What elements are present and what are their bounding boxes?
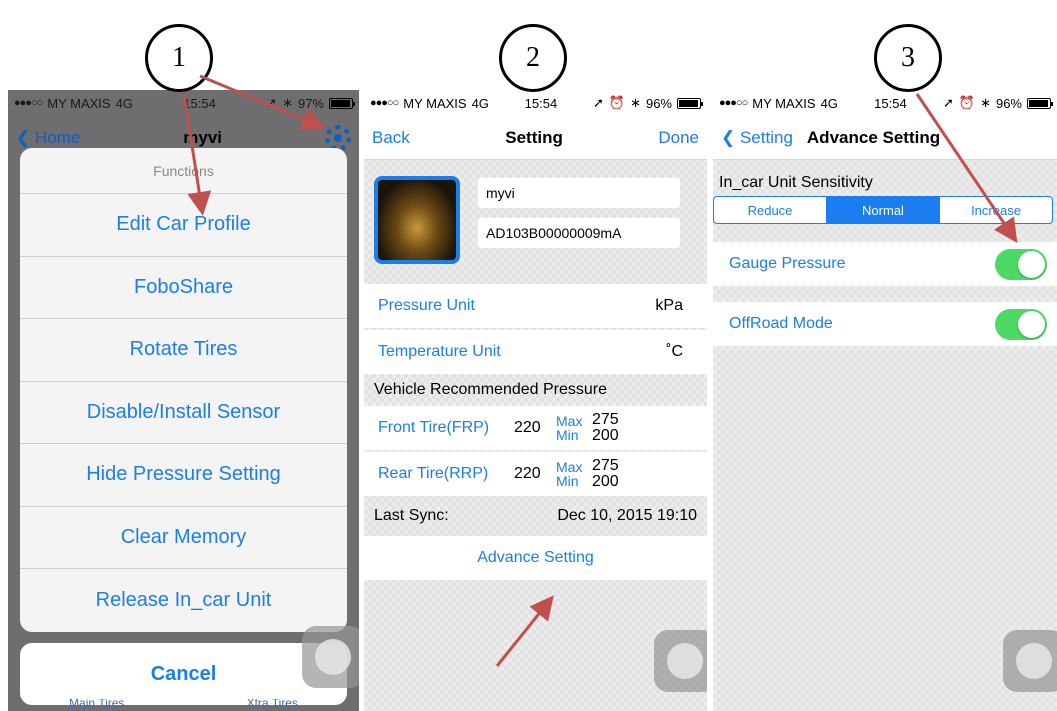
carrier-label: MY MAXIS — [47, 95, 111, 111]
nav-bar: Back Setting Done — [364, 116, 707, 160]
offroad-mode-label: OffRoad Mode — [729, 315, 833, 332]
location-icon: ➚ — [266, 95, 278, 110]
bluetooth-icon: ∗ — [282, 95, 293, 110]
nav-title: myvi — [183, 128, 223, 147]
back-button[interactable]: Back — [372, 128, 410, 148]
advance-setting-button[interactable]: Advance Setting — [364, 536, 707, 580]
done-button[interactable]: Done — [658, 128, 699, 148]
temperature-unit-value: ˚C — [666, 343, 683, 360]
segment-reduce[interactable]: Reduce — [714, 197, 827, 223]
nav-title: Setting — [505, 127, 563, 147]
alarm-icon: ⏰ — [958, 95, 976, 110]
location-icon: ➚ — [942, 95, 954, 110]
car-id-field[interactable]: AD103B00000009mA — [478, 218, 680, 248]
battery-percent: 96% — [645, 95, 672, 111]
cancel-button[interactable]: Cancel — [20, 643, 347, 705]
segment-increase[interactable]: Increase — [940, 197, 1052, 223]
sheet-title: Functions — [20, 148, 347, 194]
bluetooth-icon: ∗ — [980, 95, 991, 110]
gauge-pressure-row: Gauge Pressure — [713, 242, 1057, 286]
sensitivity-label: In_car Unit Sensitivity — [719, 174, 873, 191]
rear-max-min-labels: Max Min — [556, 459, 583, 489]
edit-car-profile-button[interactable]: Edit Car Profile — [20, 194, 347, 257]
chevron-left-icon: ❮ — [16, 128, 35, 147]
setting-screen: ●●●○○ MY MAXIS 4G 15:54 ➚ ⏰ ∗ 96% Back S… — [364, 90, 707, 711]
battery-icon — [677, 97, 703, 109]
tab-xtra-tires[interactable]: Xtra Tires — [247, 699, 298, 711]
tab-main-tires[interactable]: Main Tires — [69, 699, 124, 711]
status-bar: ●●●○○ MY MAXIS 4G 15:54 ➚ ⏰ ∗ 96% — [713, 90, 1057, 116]
action-sheet: Functions Edit Car Profile FoboShare Rot… — [20, 148, 347, 632]
clock: 15:54 — [874, 95, 907, 111]
front-tire-value: 220 — [514, 419, 541, 436]
clock: 15:54 — [183, 95, 216, 111]
functions-screen: ●●●○○ MY MAXIS 4G 15:54 ➚ ∗ 97% ❮ Home m… — [8, 90, 359, 711]
step-3-marker: 3 — [874, 24, 942, 92]
clear-memory-button[interactable]: Clear Memory — [20, 507, 347, 569]
nav-bar: ❮ Setting Advance Setting — [713, 116, 1057, 160]
location-icon: ➚ — [592, 95, 604, 110]
temperature-unit-row[interactable]: Temperature Unit ˚C — [364, 330, 707, 374]
pressure-unit-label: Pressure Unit — [378, 297, 475, 314]
release-in-car-unit-button[interactable]: Release In_car Unit — [20, 569, 347, 632]
battery-percent: 96% — [995, 95, 1022, 111]
setting-back-button[interactable]: ❮ Setting — [721, 128, 793, 148]
last-sync-label: Last Sync: — [374, 507, 449, 524]
battery-icon — [1027, 97, 1053, 109]
recommended-pressure-heading: Vehicle Recommended Pressure — [374, 381, 608, 398]
rear-tire-label: Rear Tire(RRP) — [378, 465, 489, 482]
rotate-tires-button[interactable]: Rotate Tires — [20, 319, 347, 382]
front-tire-row[interactable]: Front Tire(FRP) 220 Max Min 275 200 — [364, 406, 707, 450]
chevron-left-icon: ❮ — [721, 127, 740, 147]
step-2-marker: 2 — [499, 24, 567, 92]
disable-install-sensor-button[interactable]: Disable/Install Sensor — [20, 382, 347, 444]
assistive-touch-button[interactable] — [1003, 630, 1057, 692]
carrier-label: MY MAXIS — [403, 95, 467, 111]
signal-icon: ●●●○○ — [14, 97, 43, 109]
tab-bar: Main Tires Xtra Tires — [8, 699, 359, 711]
segment-normal[interactable]: Normal — [827, 197, 940, 223]
signal-icon: ●●●○○ — [370, 97, 399, 109]
pressure-unit-value: kPa — [655, 297, 683, 314]
status-bar: ●●●○○ MY MAXIS 4G 15:54 ➚ ∗ 97% — [8, 90, 359, 116]
front-max-min-values: 275 200 — [592, 411, 619, 444]
network-label: 4G — [471, 95, 489, 111]
hide-pressure-setting-button[interactable]: Hide Pressure Setting — [20, 444, 347, 507]
alarm-icon: ⏰ — [608, 95, 626, 110]
step-1-marker: 1 — [145, 24, 213, 92]
rear-max-min-values: 275 200 — [592, 457, 619, 490]
car-profile: myvi AD103B00000009mA — [364, 160, 707, 278]
home-back-button[interactable]: ❮ Home — [16, 128, 80, 148]
network-label: 4G — [820, 95, 838, 111]
front-tire-label: Front Tire(FRP) — [378, 419, 490, 436]
carrier-label: MY MAXIS — [752, 95, 816, 111]
rear-tire-value: 220 — [514, 465, 541, 482]
offroad-mode-row: OffRoad Mode — [713, 302, 1057, 346]
gauge-pressure-toggle[interactable] — [995, 248, 1047, 280]
nav-title: Advance Setting — [806, 127, 941, 147]
status-bar: ●●●○○ MY MAXIS 4G 15:54 ➚ ⏰ ∗ 96% — [364, 90, 707, 116]
foboshare-button[interactable]: FoboShare — [20, 257, 347, 319]
assistive-touch-button[interactable] — [302, 626, 359, 688]
assistive-touch-button[interactable] — [654, 630, 707, 692]
signal-icon: ●●●○○ — [719, 97, 748, 109]
battery-percent: 97% — [297, 95, 324, 111]
car-name-field[interactable]: myvi — [478, 178, 680, 208]
advance-setting-screen: ●●●○○ MY MAXIS 4G 15:54 ➚ ⏰ ∗ 96% ❮ Sett… — [713, 90, 1057, 711]
last-sync-value: Dec 10, 2015 19:10 — [557, 507, 697, 524]
car-photo[interactable] — [374, 176, 460, 264]
offroad-mode-toggle[interactable] — [995, 308, 1047, 340]
clock: 15:54 — [524, 95, 558, 111]
rear-tire-row[interactable]: Rear Tire(RRP) 220 Max Min 275 200 — [364, 452, 707, 496]
sensitivity-segmented-control: Reduce Normal Increase — [713, 196, 1053, 224]
last-sync-row: Last Sync: Dec 10, 2015 19:10 — [364, 496, 707, 536]
battery-icon — [329, 97, 355, 109]
front-max-min-labels: Max Min — [556, 413, 583, 443]
bluetooth-icon: ∗ — [630, 95, 641, 110]
gauge-pressure-label: Gauge Pressure — [729, 255, 846, 272]
network-label: 4G — [115, 95, 133, 111]
temperature-unit-label: Temperature Unit — [378, 343, 501, 360]
pressure-unit-row[interactable]: Pressure Unit kPa — [364, 284, 707, 328]
